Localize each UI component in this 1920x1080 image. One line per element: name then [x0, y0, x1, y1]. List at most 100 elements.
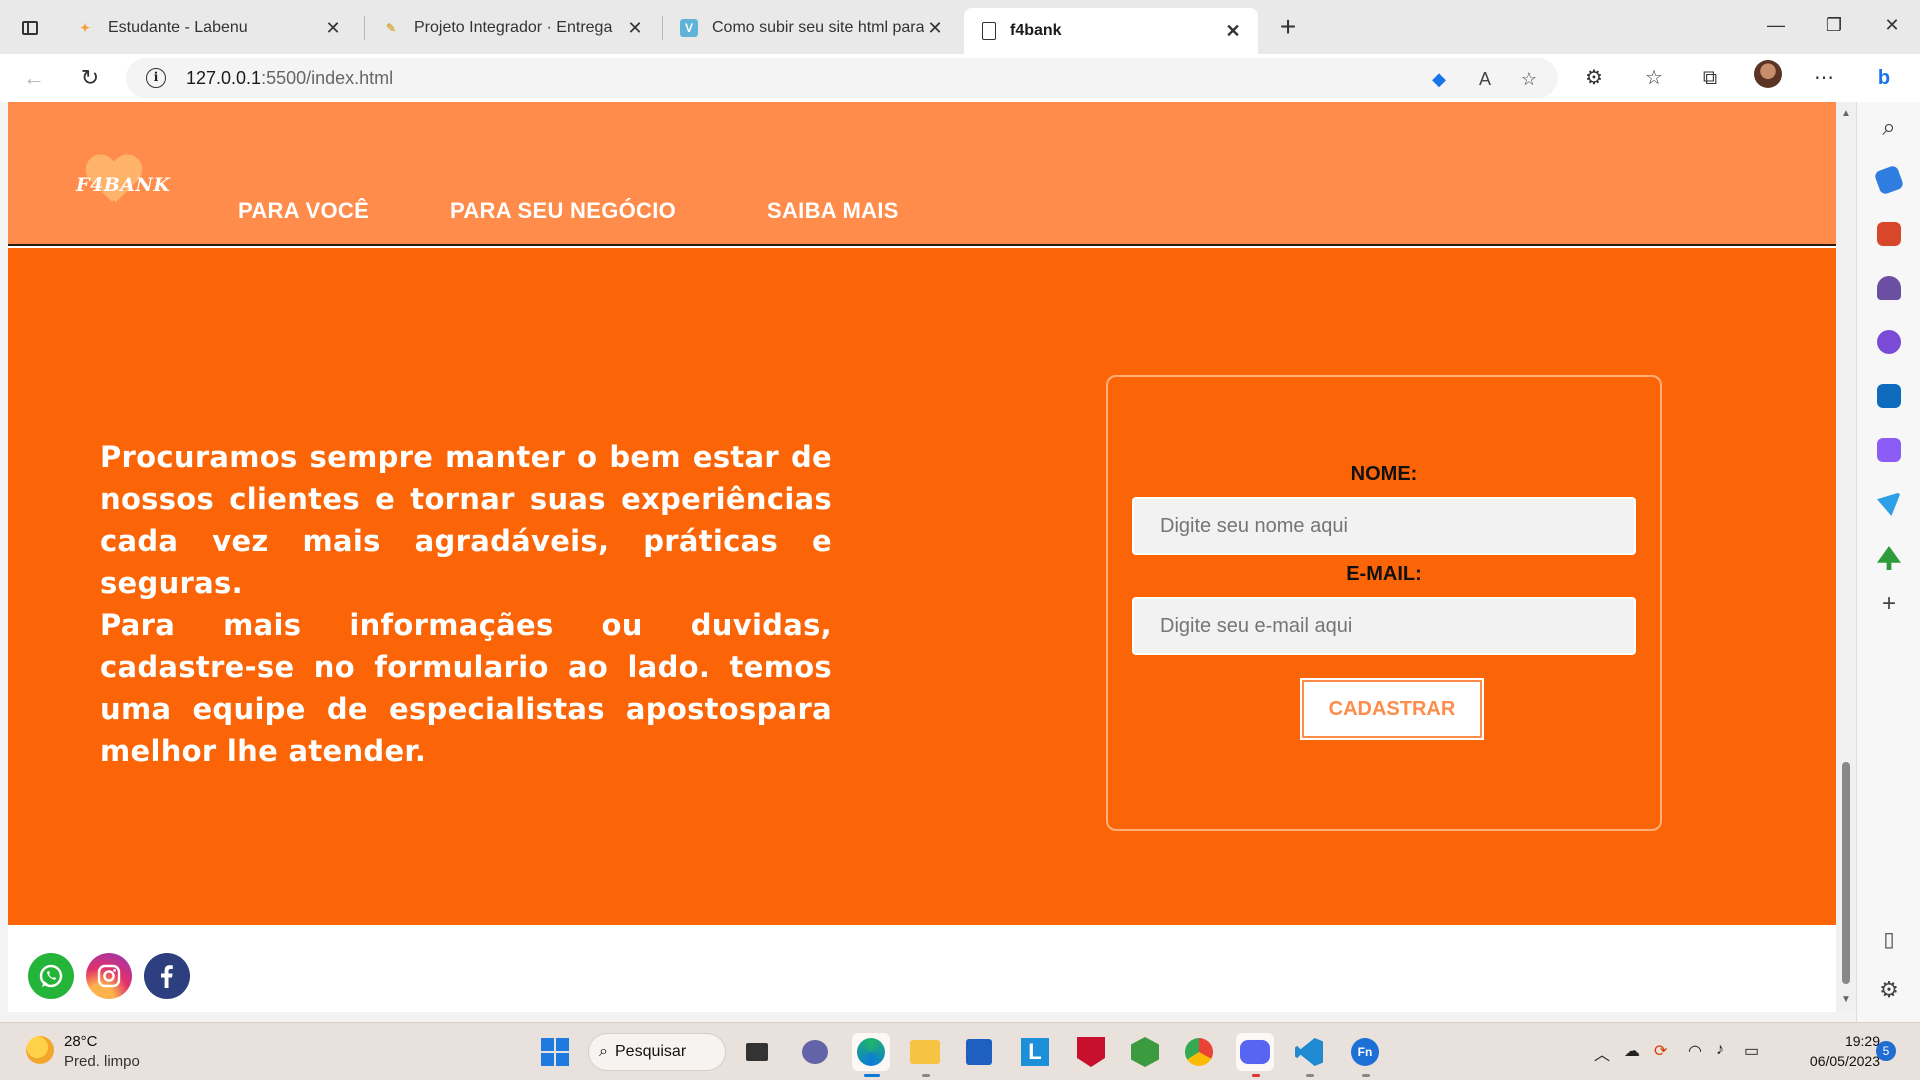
notion-favicon-icon: ✎ [385, 21, 397, 35]
add-favorite-icon[interactable]: ☆ [1516, 66, 1542, 92]
url-text[interactable]: 127.0.0.1:5500/index.html [186, 68, 393, 89]
file-explorer-icon[interactable] [906, 1033, 944, 1077]
site-info-icon[interactable]: i [146, 68, 166, 88]
tools-icon[interactable] [1877, 222, 1901, 246]
extensions-icon[interactable]: ⚙ [1578, 62, 1610, 94]
weather-description[interactable]: Pred. limpo [64, 1053, 140, 1070]
vimeo-favicon-icon: V [680, 19, 698, 37]
cadastrar-button[interactable]: CADASTRAR [1300, 678, 1484, 740]
signup-form: NOME: E-MAIL: CADASTRAR [1106, 375, 1662, 831]
name-label: NOME: [1350, 463, 1418, 485]
search-icon[interactable]: ⌕ [1875, 114, 1903, 142]
facebook-icon[interactable] [144, 953, 190, 999]
figma-icon[interactable]: Fn [1346, 1033, 1384, 1077]
running-indicator [922, 1074, 930, 1077]
labenu-app-icon[interactable]: L [1016, 1033, 1054, 1071]
nodejs-icon[interactable] [1126, 1033, 1164, 1071]
battery-icon[interactable]: ▭ [1744, 1041, 1759, 1061]
edge-sidebar: ⌕ + ▯ ⚙ [1856, 102, 1920, 1022]
close-window-button[interactable]: ✕ [1872, 10, 1912, 40]
email-input[interactable] [1132, 597, 1636, 655]
task-view-glyph [746, 1043, 768, 1061]
back-button[interactable]: ← [18, 62, 50, 94]
f4bank-logo[interactable]: F4BANK [76, 156, 170, 216]
add-sidebar-app-icon[interactable]: + [1875, 590, 1903, 618]
tab-f4bank[interactable]: f4bank ✕ [964, 8, 1258, 54]
show-hidden-icons[interactable]: ︿ [1594, 1041, 1610, 1065]
name-input[interactable] [1132, 497, 1636, 555]
send-icon[interactable] [1877, 492, 1901, 516]
edge-taskbar-icon[interactable] [852, 1033, 890, 1077]
hero-text: Procuramos sempre manter o bem estar de … [100, 436, 832, 772]
sync-icon[interactable]: ⟳ [1654, 1041, 1667, 1061]
hide-sidebar-icon[interactable]: ▯ [1875, 926, 1903, 954]
discord-icon[interactable] [1236, 1033, 1274, 1077]
chrome-icon[interactable] [1180, 1033, 1218, 1071]
onedrive-icon[interactable]: ☁ [1624, 1041, 1640, 1061]
browser-tab-bar: ✦ Estudante - Labenu ✕ ✎ Projeto Integra… [0, 0, 1920, 54]
microsoft-store-icon[interactable] [960, 1033, 998, 1071]
refresh-button[interactable]: ↻ [74, 62, 106, 94]
shopping-tag-icon[interactable]: ◆ [1426, 66, 1452, 92]
mcafee-icon[interactable] [1072, 1033, 1110, 1071]
tab-projeto-integrador[interactable]: ✎ Projeto Integrador · Entrega ✕ [364, 8, 660, 48]
close-tab-icon[interactable]: ✕ [322, 18, 344, 39]
vscode-icon[interactable] [1290, 1033, 1328, 1077]
tree-icon[interactable] [1877, 546, 1901, 570]
weather-icon[interactable] [26, 1036, 54, 1064]
volume-icon[interactable]: ♪ [1716, 1041, 1724, 1059]
maximize-button[interactable]: ❐ [1814, 10, 1854, 40]
wifi-icon[interactable]: ◠ [1688, 1041, 1702, 1061]
nav-para-seu-negocio[interactable]: PARA SEU NEGÓCIO [450, 198, 676, 224]
sidebar-settings-icon[interactable]: ⚙ [1875, 976, 1903, 1004]
profile-avatar[interactable] [1754, 60, 1782, 88]
scroll-down-icon[interactable]: ▼ [1840, 994, 1852, 1006]
shield-icon [1077, 1037, 1105, 1067]
hero-paragraph: Para mais informaçães ou duvidas, cadast… [100, 608, 832, 768]
hero-section: Procuramos sempre manter o bem estar de … [8, 248, 1836, 925]
hexagon-icon [1131, 1037, 1159, 1067]
tab-actions-button[interactable] [14, 12, 46, 44]
notification-badge[interactable]: 5 [1876, 1041, 1896, 1061]
tab-como-subir-site[interactable]: V Como subir seu site html para a ✕ [662, 8, 960, 48]
collections-icon[interactable]: ⧉ [1694, 62, 1726, 94]
weather-temperature[interactable]: 28°C [64, 1033, 98, 1050]
microsoft-365-icon[interactable] [1877, 330, 1901, 354]
teams-chat-icon[interactable] [796, 1033, 834, 1071]
tab-estudante-labenu[interactable]: ✦ Estudante - Labenu ✕ [58, 8, 358, 48]
page-viewport: F4BANK PARA VOCÊ PARA SEU NEGÓCIO SAIBA … [8, 102, 1836, 1012]
more-options-icon[interactable]: ⋯ [1808, 62, 1840, 94]
teams-glyph [802, 1040, 828, 1064]
taskbar-search[interactable]: ⌕ Pesquisar [588, 1033, 726, 1071]
page-scrollbar[interactable]: ▲ ▼ [1836, 102, 1856, 1012]
new-tab-button[interactable]: + [1272, 12, 1304, 44]
browser-toolbar: ← ↻ i 127.0.0.1:5500/index.html ◆ A ☆ ⚙ … [0, 54, 1920, 102]
designer-icon[interactable] [1877, 438, 1901, 462]
document-favicon-icon [982, 22, 996, 40]
close-tab-icon[interactable]: ✕ [1222, 21, 1244, 42]
address-bar[interactable]: i 127.0.0.1:5500/index.html ◆ A ☆ [126, 58, 1558, 98]
games-icon[interactable] [1877, 276, 1901, 300]
system-clock[interactable]: 19:29 06/05/2023 [1780, 1031, 1880, 1071]
start-button[interactable] [536, 1033, 574, 1071]
whatsapp-icon[interactable] [28, 953, 74, 999]
chrome-glyph [1185, 1038, 1213, 1066]
shopping-icon[interactable] [1873, 164, 1905, 196]
task-view-icon[interactable] [738, 1033, 776, 1071]
instagram-icon[interactable] [86, 953, 132, 999]
windows-taskbar: 28°C Pred. limpo ⌕ Pesquisar L Fn ︿ ☁ ⟳ ◠… [0, 1022, 1920, 1080]
nav-saiba-mais[interactable]: SAIBA MAIS [767, 198, 899, 224]
nav-para-voce[interactable]: PARA VOCÊ [238, 198, 369, 224]
running-indicator [1252, 1074, 1260, 1077]
bing-copilot-icon[interactable]: b [1868, 62, 1900, 94]
scroll-thumb[interactable] [1842, 762, 1850, 984]
outlook-icon[interactable] [1877, 384, 1901, 408]
favorites-icon[interactable]: ☆ [1638, 62, 1670, 94]
read-aloud-icon[interactable]: A [1472, 66, 1498, 92]
scroll-up-icon[interactable]: ▲ [1840, 108, 1852, 120]
minimize-button[interactable]: — [1756, 10, 1796, 40]
discord-glyph [1240, 1040, 1270, 1064]
close-tab-icon[interactable]: ✕ [924, 18, 946, 39]
tab-actions-icon [22, 21, 38, 35]
close-tab-icon[interactable]: ✕ [624, 18, 646, 39]
